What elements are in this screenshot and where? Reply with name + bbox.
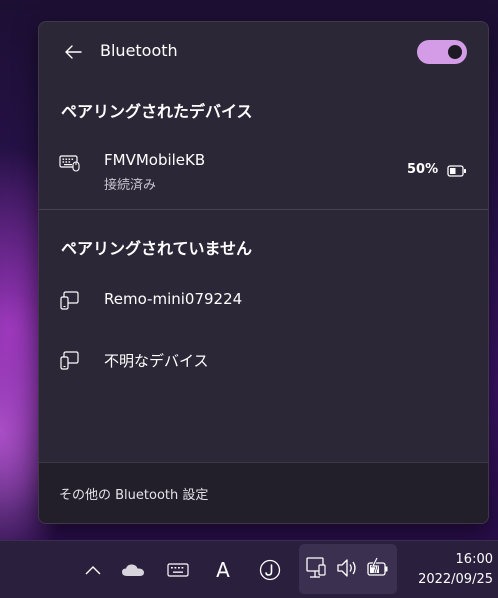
keyboard-icon	[167, 563, 189, 577]
device-name: 不明なデバイス	[104, 352, 209, 370]
device-item-unknown[interactable]: 不明なデバイス	[39, 344, 488, 376]
device-name: FMVMobileKB	[104, 151, 206, 169]
taskbar: A 16:00 2022/09/25	[0, 540, 498, 598]
show-hidden-icons-button[interactable]	[80, 541, 106, 598]
clock-time: 16:00	[455, 552, 493, 567]
flyout-footer: その他の Bluetooth 設定	[39, 462, 488, 523]
clock-button[interactable]: 16:00 2022/09/25	[405, 550, 493, 590]
onedrive-button[interactable]	[118, 541, 148, 598]
device-item-fmvmobilekb[interactable]: FMVMobileKB 接続済み 50%	[39, 144, 488, 194]
bluetooth-toggle[interactable]	[417, 40, 467, 64]
paired-section-title: ペアリングされたデバイス	[61, 102, 253, 121]
battery-charging-icon	[366, 557, 390, 583]
battery-icon	[447, 163, 467, 182]
device-name: Remo-mini079224	[104, 290, 243, 308]
quick-settings-button[interactable]	[299, 544, 397, 594]
unpaired-section-title: ペアリングされていません	[61, 239, 253, 258]
device-item-remo-mini[interactable]: Remo-mini079224	[39, 284, 488, 316]
section-divider	[39, 209, 488, 210]
back-arrow-icon	[65, 45, 82, 59]
page-title: Bluetooth	[100, 41, 178, 60]
device-icon	[59, 289, 81, 311]
device-status: 接続済み	[104, 178, 157, 193]
clock-date: 2022/09/25	[418, 572, 493, 587]
touch-keyboard-button[interactable]	[163, 541, 193, 598]
flyout-header: Bluetooth	[39, 36, 488, 68]
chevron-up-icon	[85, 566, 101, 575]
ime-j-icon	[259, 559, 281, 581]
back-button[interactable]	[59, 38, 87, 66]
bluetooth-flyout: Bluetooth ペアリングされたデバイス FMVMobileKB 接続済み	[38, 21, 489, 524]
ime-mode-indicator[interactable]: A	[208, 541, 238, 598]
more-bluetooth-settings-link[interactable]: その他の Bluetooth 設定	[59, 484, 208, 503]
cloud-icon	[122, 564, 144, 576]
network-icon	[305, 556, 327, 584]
battery-percentage: 50%	[407, 162, 439, 177]
toggle-knob	[448, 45, 462, 59]
ime-button[interactable]	[255, 541, 285, 598]
device-icon	[59, 349, 81, 371]
volume-icon	[336, 558, 360, 582]
keyboard-icon	[59, 152, 81, 174]
